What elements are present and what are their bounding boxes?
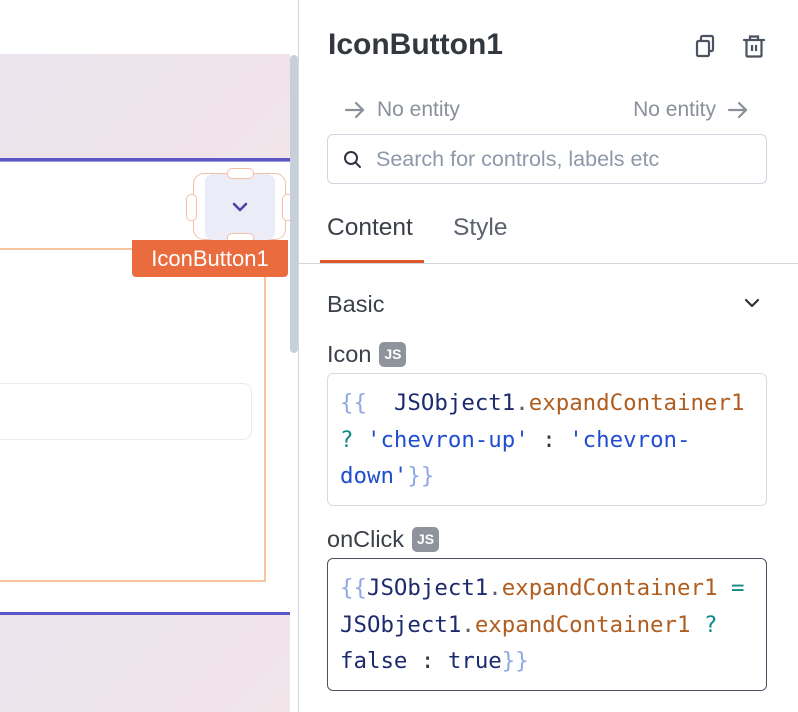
property-search[interactable] — [327, 134, 767, 184]
section-divider-top — [0, 158, 290, 161]
property-label-text: onClick — [327, 526, 405, 552]
widget-title[interactable]: IconButton1 — [328, 27, 503, 63]
code-token-ident: JSObject1 — [366, 575, 489, 601]
code-token-ident: true — [447, 648, 502, 675]
canvas-input-widget[interactable] — [0, 383, 252, 440]
chevron-down-icon — [744, 298, 760, 308]
chevron-down-icon — [232, 202, 248, 212]
tabs-divider — [299, 263, 798, 264]
resize-handle-right[interactable] — [282, 194, 290, 221]
icon-button-widget[interactable] — [205, 174, 275, 240]
code-token-punct: . — [515, 390, 529, 416]
code-token-string: 'chevron- — [569, 426, 691, 453]
code-token-brace: }} — [501, 648, 529, 675]
code-line: {{ JSObject1.expandContainer1 — [340, 385, 766, 422]
delete-widget-button[interactable] — [741, 33, 767, 59]
code-token-colon: : — [420, 648, 435, 675]
code-token-colon: : — [542, 426, 556, 453]
arrow-right-icon — [727, 101, 748, 119]
resize-handle-top[interactable] — [227, 168, 254, 179]
code-editor-icon[interactable]: {{ JSObject1.expandContainer1? 'chevron-… — [327, 373, 767, 506]
code-line: {{JSObject1.expandContainer1 = — [340, 570, 766, 607]
arrow-right-icon — [344, 101, 365, 119]
code-token-brace: {{ — [340, 390, 367, 416]
code-line: false : true}} — [340, 643, 766, 680]
code-editor-onclick[interactable]: {{JSObject1.expandContainer1 = JSObject1.… — [327, 558, 767, 691]
code-line: JSObject1.expandContainer1 ? — [340, 607, 766, 644]
container-border-bottom — [0, 580, 266, 582]
code-token-punct: . — [488, 575, 502, 601]
canvas-section-top — [0, 54, 290, 158]
container-border-right — [264, 248, 266, 582]
trash-icon — [742, 35, 766, 58]
canvas-section-bottom — [0, 615, 290, 712]
search-icon — [344, 150, 361, 168]
code-token-op: = — [730, 575, 745, 601]
js-toggle-badge[interactable]: JS — [412, 526, 440, 552]
code-token-op: ? — [703, 611, 718, 638]
code-token-string: 'chevron-up' — [366, 426, 529, 453]
search-input[interactable] — [376, 146, 756, 172]
canvas-scrollbar[interactable] — [290, 55, 298, 353]
copy-widget-button[interactable] — [692, 33, 718, 59]
js-toggle-badge[interactable]: JS — [379, 341, 407, 367]
resize-handle-left[interactable] — [186, 194, 197, 221]
entity-nav-forward[interactable]: No entity — [633, 97, 750, 123]
property-label-icon: Icon JS — [327, 340, 407, 368]
code-token-ident: false — [340, 648, 408, 675]
editor-canvas[interactable]: IconButton1 — [0, 0, 290, 712]
section-basic-header[interactable]: Basic — [327, 290, 384, 318]
code-token-punct: . — [461, 611, 475, 638]
code-token-ident: JSObject1 — [340, 611, 462, 638]
code-line: down'}} — [340, 458, 766, 495]
code-token-prop: expandContainer1 — [501, 575, 718, 601]
code-line: ? 'chevron-up' : 'chevron- — [340, 422, 766, 459]
code-token-brace: {{ — [340, 575, 367, 601]
entity-nav-back[interactable]: No entity — [343, 97, 460, 123]
code-token-brace: }} — [407, 463, 435, 490]
code-token-prop: expandContainer1 — [528, 390, 745, 416]
code-token-string: down' — [340, 463, 408, 490]
code-token-op: ? — [340, 426, 354, 453]
code-token-ident: JSObject1 — [393, 390, 516, 416]
entity-nav-forward-label: No entity — [633, 98, 716, 121]
code-token-prop: expandContainer1 — [474, 611, 691, 638]
property-label-onclick: onClick JS — [327, 525, 440, 553]
copy-icon — [695, 34, 715, 58]
property-label-text: Icon — [327, 341, 372, 367]
tab-content[interactable]: Content — [327, 213, 413, 243]
entity-nav-back-label: No entity — [377, 98, 460, 121]
tab-style[interactable]: Style — [453, 213, 507, 243]
widget-name-tag[interactable]: IconButton1 — [132, 240, 288, 277]
section-collapse-toggle[interactable] — [742, 293, 762, 318]
